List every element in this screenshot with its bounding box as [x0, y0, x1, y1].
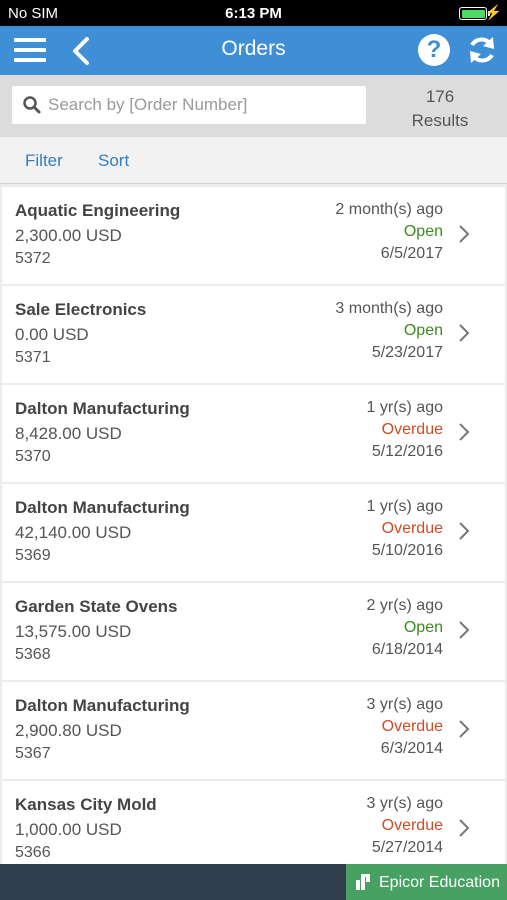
status-badge: Open: [403, 223, 443, 240]
order-amount: 8,428.00 USD: [15, 424, 122, 443]
order-row[interactable]: Sale Electronics 0.00 USD 5371 3 month(s) a…: [2, 286, 505, 383]
search-input[interactable]: [48, 86, 358, 124]
results-label: Results: [411, 111, 469, 130]
order-row[interactable]: Dalton Manufacturing 2,900.80 USD 5367 3 yr…: [2, 682, 505, 779]
order-number: 5371: [15, 349, 51, 366]
status-bar: No SIM 6:13 PM ⚡: [0, 0, 507, 26]
filter-button[interactable]: Filter: [25, 151, 63, 171]
order-number: 5367: [15, 745, 51, 762]
order-date: 5/23/2017: [371, 344, 443, 361]
results-number: 176: [425, 87, 455, 106]
sort-button[interactable]: Sort: [98, 151, 129, 171]
chevron-right-icon: [459, 522, 470, 540]
customer-name: Kansas City Mold: [15, 795, 157, 814]
status-badge: Open: [403, 322, 443, 339]
order-age: 1 yr(s) ago: [366, 399, 443, 416]
order-age: 2 month(s) ago: [335, 201, 443, 218]
order-amount: 0.00 USD: [15, 325, 89, 344]
order-number: 5372: [15, 250, 51, 267]
footer: Epicor Education: [0, 864, 507, 900]
order-age: 3 yr(s) ago: [366, 795, 443, 812]
help-icon[interactable]: ?: [418, 34, 450, 66]
customer-name: Sale Electronics: [15, 300, 147, 319]
status-badge: Overdue: [381, 520, 443, 537]
customer-name: Dalton Manufacturing: [15, 399, 190, 418]
order-number: 5366: [15, 844, 51, 861]
order-row[interactable]: Garden State Ovens 13,575.00 USD 5368 2 yr(…: [2, 583, 505, 680]
customer-name: Garden State Ovens: [15, 597, 178, 616]
order-row[interactable]: Dalton Manufacturing 42,140.00 USD 5369 1 y…: [2, 484, 505, 581]
epicor-logo-icon: [356, 874, 370, 890]
chevron-right-icon: [459, 225, 470, 243]
order-amount: 13,575.00 USD: [15, 622, 132, 641]
status-badge: Overdue: [381, 817, 443, 834]
order-row[interactable]: Dalton Manufacturing 8,428.00 USD 5370 1 yr…: [2, 385, 505, 482]
results-count: 176 Results: [390, 85, 490, 133]
order-age: 3 month(s) ago: [335, 300, 443, 317]
customer-name: Dalton Manufacturing: [15, 498, 190, 517]
status-badge: Open: [403, 619, 443, 636]
order-amount: 2,900.80 USD: [15, 721, 122, 740]
order-number: 5370: [15, 448, 51, 465]
order-amount: 1,000.00 USD: [15, 820, 122, 839]
customer-name: Dalton Manufacturing: [15, 696, 190, 715]
order-amount: 2,300.00 USD: [15, 226, 122, 245]
chevron-right-icon: [459, 720, 470, 738]
order-date: 5/10/2016: [371, 542, 443, 559]
search-box[interactable]: [12, 86, 366, 124]
refresh-icon[interactable]: [466, 34, 498, 66]
order-date: 6/3/2014: [380, 740, 443, 757]
brand-badge[interactable]: Epicor Education: [346, 864, 507, 900]
search-icon: [23, 96, 41, 114]
order-number: 5369: [15, 547, 51, 564]
status-badge: Overdue: [381, 421, 443, 438]
order-age: 1 yr(s) ago: [366, 498, 443, 515]
chevron-right-icon: [459, 423, 470, 441]
order-age: 3 yr(s) ago: [366, 696, 443, 713]
orders-list: Aquatic Engineering 2,300.00 USD 5372 2 mon…: [0, 187, 507, 864]
order-age: 2 yr(s) ago: [366, 597, 443, 614]
order-date: 5/12/2016: [371, 443, 443, 460]
clock: 6:13 PM: [225, 5, 282, 22]
order-date: 5/27/2014: [371, 839, 443, 856]
brand-label: Epicor Education: [379, 874, 500, 891]
chevron-right-icon: [459, 621, 470, 639]
chevron-right-icon: [459, 819, 470, 837]
search-area: 176 Results: [0, 75, 507, 137]
status-badge: Overdue: [381, 718, 443, 735]
charging-icon: ⚡: [484, 4, 502, 20]
toolbar: Filter Sort: [0, 137, 507, 184]
chevron-right-icon: [459, 324, 470, 342]
order-number: 5368: [15, 646, 51, 663]
order-date: 6/5/2017: [380, 245, 443, 262]
customer-name: Aquatic Engineering: [15, 201, 181, 220]
order-row[interactable]: Kansas City Mold 1,000.00 USD 5366 3 yr(s) …: [2, 781, 505, 864]
order-amount: 42,140.00 USD: [15, 523, 132, 542]
order-date: 6/18/2014: [371, 641, 443, 658]
nav-bar: Orders ?: [0, 26, 507, 75]
order-row[interactable]: Aquatic Engineering 2,300.00 USD 5372 2 mon…: [2, 187, 505, 284]
battery-icon: [459, 7, 487, 20]
